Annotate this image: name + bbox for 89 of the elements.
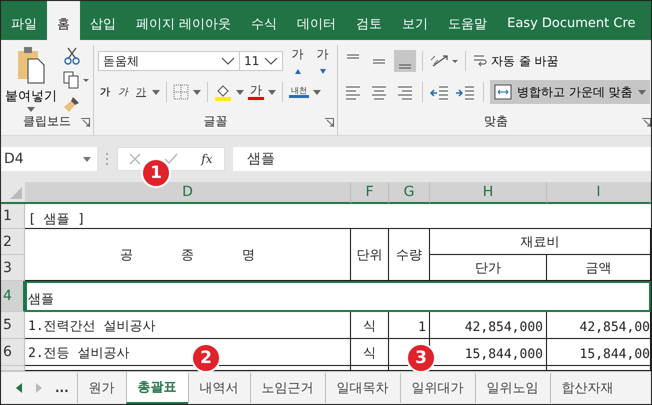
table-header-cell: 재료비 [430, 229, 651, 255]
italic-button[interactable]: 가 [116, 85, 130, 99]
dialog-launcher-icon[interactable] [81, 118, 90, 127]
row-header[interactable]: 3 [1, 255, 25, 281]
column-header[interactable]: F [351, 182, 389, 204]
dialog-launcher-icon[interactable] [325, 118, 334, 127]
name-box[interactable]: D4 [1, 147, 97, 171]
scroll-left-icon[interactable] [15, 383, 23, 393]
column-header[interactable]: G [389, 182, 430, 204]
copy-icon[interactable] [63, 71, 89, 89]
wrap-icon [472, 53, 488, 69]
caret-icon[interactable] [268, 90, 276, 94]
chevron-down-icon [264, 57, 278, 65]
column-header[interactable]: I [547, 182, 651, 204]
table-header-cell: 금액 [547, 255, 651, 281]
table-cell: 식 [351, 312, 389, 339]
checkmark-icon[interactable] [164, 153, 178, 165]
table-cell: 1.전력간선 설비공사 [25, 312, 351, 339]
ribbon-tab[interactable]: 도움말 [438, 1, 498, 40]
arrow-up-icon [294, 68, 301, 74]
sheet-tab[interactable]: 일대목차 [324, 373, 400, 403]
caret-icon [83, 156, 91, 162]
ribbon-tab[interactable]: 검토 [346, 1, 392, 40]
sheet-tab[interactable]: 합산자재 [550, 373, 625, 403]
table-cell: 15,844,00 [547, 339, 651, 366]
table-cell: 42,854,00 [547, 312, 651, 339]
ribbon-tab[interactable]: 파일 [1, 1, 47, 40]
row-header[interactable]: 1 [1, 204, 25, 229]
bottom-align-icon[interactable] [394, 50, 416, 72]
font-name-field[interactable]: 돋움체 [98, 51, 240, 71]
formula-input[interactable]: 샘플 [233, 147, 651, 171]
caret-icon[interactable] [236, 90, 244, 94]
sheet-tab[interactable]: 일위대가 [400, 373, 475, 403]
more-sheets-button[interactable]: ... [55, 381, 69, 395]
ribbon-tab[interactable]: 홈 [47, 1, 80, 40]
ribbon-tab[interactable]: 보기 [392, 1, 438, 40]
font-size-field[interactable]: 11 [239, 51, 284, 71]
table-header-cell: 단가 [430, 255, 547, 281]
grow-font-button[interactable]: 가 [287, 46, 308, 76]
column-header[interactable]: D [25, 182, 351, 204]
sheet-tab[interactable]: 노임근거 [250, 373, 325, 403]
bold-button[interactable]: 가 [98, 85, 112, 99]
underline-button[interactable]: 가 [134, 85, 148, 99]
borders-icon[interactable] [173, 84, 189, 100]
caret-icon[interactable] [313, 90, 321, 94]
grip-icon[interactable] [105, 152, 109, 166]
scissors-icon[interactable] [63, 47, 81, 65]
ribbon-tab[interactable]: 데이터 [287, 1, 346, 40]
row-header[interactable]: 2 [1, 229, 25, 255]
ribbon-tab[interactable]: Easy Document Cre [497, 1, 646, 40]
phonetic-guide-button[interactable]: 내천 [289, 86, 309, 98]
wrap-text-button[interactable]: 자동 줄 바꿈 [472, 52, 559, 70]
insert-function-button[interactable]: fx [201, 152, 213, 166]
table-cell: 42,854,000 [430, 312, 547, 339]
merge-icon [494, 84, 512, 100]
paste-button[interactable]: 붙여넣기 [5, 45, 57, 113]
row-header[interactable]: 4 [1, 281, 25, 312]
shrink-font-button[interactable]: 가 [312, 46, 334, 76]
caret-icon [27, 107, 35, 112]
dialog-launcher-icon[interactable] [642, 118, 651, 127]
ribbon-tab[interactable]: 수식 [241, 1, 288, 40]
row-header[interactable]: 5 [1, 312, 25, 339]
group-label: 맞춤 [484, 114, 508, 128]
sheet-tab[interactable]: 일위노임 [474, 373, 550, 403]
clipboard-icon [16, 45, 46, 85]
paintbrush-icon[interactable] [63, 95, 81, 113]
row-header[interactable]: 6 [1, 339, 25, 366]
column-header[interactable]: H [430, 182, 547, 204]
sheet-tab[interactable]: 총괄표 [126, 372, 188, 404]
table-cell: 1 [389, 312, 430, 339]
table-cell: 식 [351, 339, 389, 366]
font-color-button[interactable]: 가 [248, 84, 264, 100]
table-header-cell: 공 종 명 [25, 229, 351, 281]
sheet-tab[interactable]: 내역서 [188, 373, 250, 403]
caret-icon[interactable] [193, 90, 201, 94]
merge-center-button[interactable]: 병합하고 가운데 맞춤 [490, 80, 650, 104]
active-cell[interactable]: 샘플 [25, 281, 651, 312]
group-label: 글꼴 [204, 114, 228, 128]
arrow-down-icon [320, 68, 326, 74]
ribbon-tab[interactable]: 페이지 레이아웃 [126, 1, 242, 40]
table-header-cell: 수량 [389, 229, 430, 281]
table-header-cell: 단위 [351, 229, 389, 281]
table-cell-text: [ 샘플 ] [28, 211, 86, 228]
caret-icon [638, 90, 646, 94]
chevron-down-icon [221, 57, 236, 65]
fill-color-icon[interactable] [214, 83, 232, 101]
caret-icon[interactable] [152, 90, 160, 94]
ribbon-tab[interactable]: 삽입 [80, 1, 126, 40]
group-label: 클립보드 [23, 114, 71, 128]
